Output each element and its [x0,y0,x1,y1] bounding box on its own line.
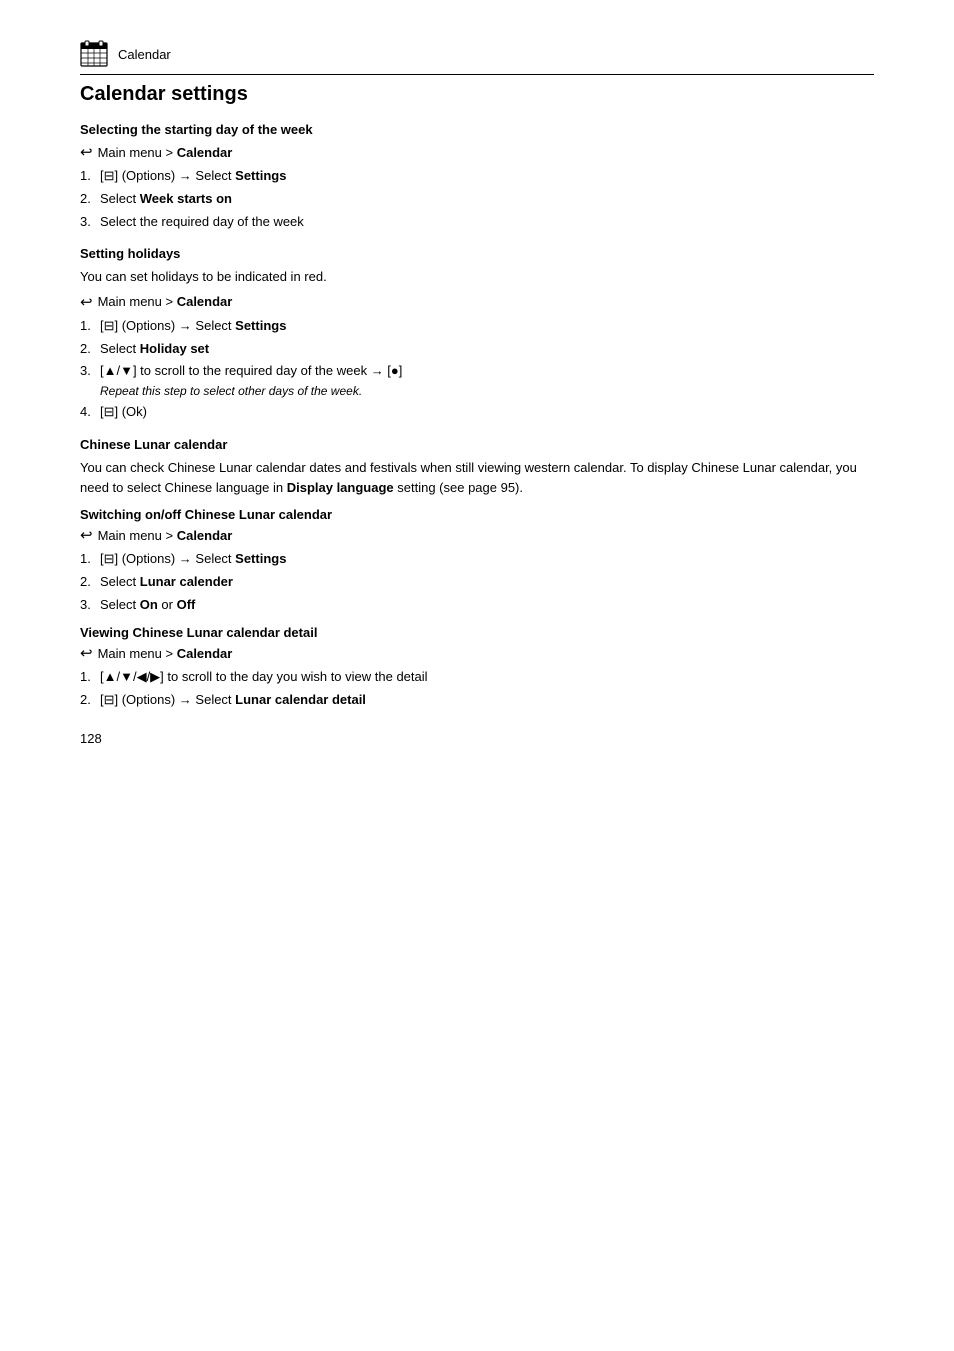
nav-item-3a: ↩ Main menu > Calendar [80,526,874,544]
nav-item-1: ↩ Main menu > Calendar [80,143,874,161]
subsection-viewing-lunar: Viewing Chinese Lunar calendar detail ↩ … [80,625,874,711]
nav-text-1: Main menu > Calendar [98,145,233,160]
description-3: You can check Chinese Lunar calendar dat… [80,458,874,497]
step-1-2: 2. Select Week starts on [80,189,874,210]
steps-list-2b: 4. [⊟] (Ok) [80,402,874,423]
step-2-3: 3. [▲/▼] to scroll to the required day o… [80,361,874,382]
nav-item-3b: ↩ Main menu > Calendar [80,644,874,662]
description-2: You can set holidays to be indicated in … [80,267,874,287]
step-3a-1: 1. [⊟] (Options) → Select Settings [80,549,874,570]
steps-list-1: 1. [⊟] (Options) → Select Settings 2. Se… [80,166,874,232]
header-section: Calendar [80,40,874,75]
italic-note-2: Repeat this step to select other days of… [80,384,874,398]
section-selecting-start-day: Selecting the starting day of the week ↩… [80,122,874,232]
step-2-1: 1. [⊟] (Options) → Select Settings [80,316,874,337]
calendar-icon [80,40,108,68]
nav-arrow-icon-1: ↩ [80,143,93,161]
step-2-2: 2. Select Holiday set [80,339,874,360]
page: Calendar Calendar settings Selecting the… [0,0,954,1351]
steps-list-3a: 1. [⊟] (Options) → Select Settings 2. Se… [80,549,874,615]
step-3a-3: 3. Select On or Off [80,595,874,616]
nav-arrow-icon-2: ↩ [80,293,93,311]
step-2-4: 4. [⊟] (Ok) [80,402,874,423]
nav-text-2: Main menu > Calendar [98,294,233,309]
section-setting-holidays: Setting holidays You can set holidays to… [80,246,874,423]
step-3b-1: 1. [▲/▼/◀/▶] to scroll to the day you wi… [80,667,874,688]
nav-text-3a: Main menu > Calendar [98,528,233,543]
section-title-1: Selecting the starting day of the week [80,122,874,137]
page-title: Calendar settings [80,83,874,106]
nav-text-3b: Main menu > Calendar [98,646,233,661]
nav-item-2: ↩ Main menu > Calendar [80,293,874,311]
page-number: 128 [80,731,874,746]
section-title-2: Setting holidays [80,246,874,261]
steps-list-2: 1. [⊟] (Options) → Select Settings 2. Se… [80,316,874,382]
section-chinese-lunar: Chinese Lunar calendar You can check Chi… [80,437,874,711]
steps-list-3b: 1. [▲/▼/◀/▶] to scroll to the day you wi… [80,667,874,711]
subsection-title-3b: Viewing Chinese Lunar calendar detail [80,625,874,640]
header-label: Calendar [118,47,171,62]
section-title-3: Chinese Lunar calendar [80,437,874,452]
step-1-1: 1. [⊟] (Options) → Select Settings [80,166,874,187]
step-1-3: 3. Select the required day of the week [80,212,874,233]
subsection-switching-lunar: Switching on/off Chinese Lunar calendar … [80,507,874,615]
step-3a-2: 2. Select Lunar calender [80,572,874,593]
nav-arrow-icon-3a: ↩ [80,526,93,544]
nav-arrow-icon-3b: ↩ [80,644,93,662]
step-3b-2: 2. [⊟] (Options) → Select Lunar calendar… [80,690,874,711]
subsection-title-3a: Switching on/off Chinese Lunar calendar [80,507,874,522]
